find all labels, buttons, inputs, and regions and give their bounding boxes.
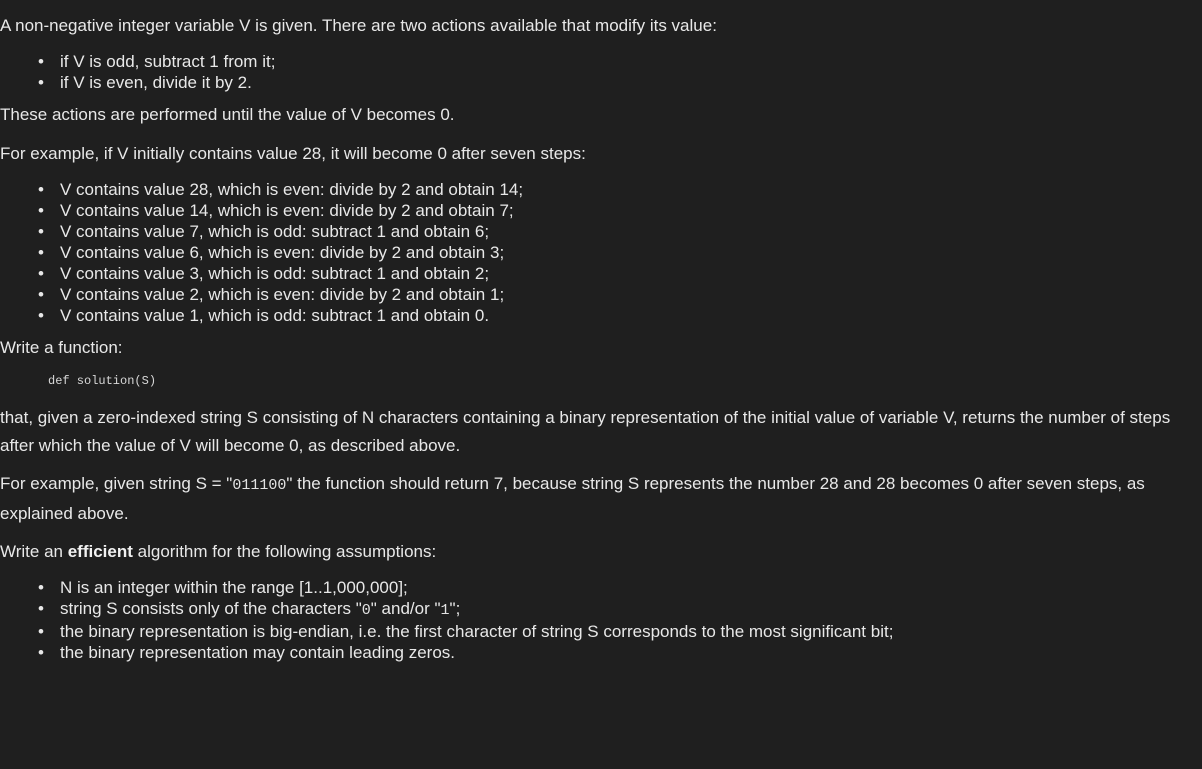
task-description-paragraph: that, given a zero-indexed string S cons… — [0, 408, 1171, 455]
list-item: V contains value 28, which is even: divi… — [38, 179, 1194, 200]
example-string-value: 011100 — [232, 477, 287, 494]
efficient-emphasis: efficient — [67, 542, 133, 561]
list-item: if V is odd, subtract 1 from it; — [38, 51, 1194, 72]
assumption-text: "; — [449, 599, 461, 618]
assumption-text: " and/or " — [370, 599, 441, 618]
list-item: V contains value 7, which is odd: subtra… — [38, 221, 1194, 242]
list-item: V contains value 3, which is odd: subtra… — [38, 263, 1194, 284]
list-item: V contains value 2, which is even: divid… — [38, 284, 1194, 305]
list-item: the binary representation may contain le… — [38, 642, 1194, 663]
list-item: V contains value 1, which is odd: subtra… — [38, 305, 1194, 326]
example-steps-list: V contains value 28, which is even: divi… — [0, 179, 1194, 326]
example-intro-paragraph: For example, if V initially contains val… — [0, 144, 586, 163]
termination-paragraph: These actions are performed until the va… — [0, 105, 455, 124]
assumption-text: string S consists only of the characters… — [60, 599, 362, 618]
problem-statement: A non-negative integer variable V is giv… — [0, 0, 1202, 769]
intro-paragraph: A non-negative integer variable V is giv… — [0, 16, 717, 35]
actions-list: if V is odd, subtract 1 from it; if V is… — [0, 51, 1194, 93]
list-item: V contains value 6, which is even: divid… — [38, 242, 1194, 263]
assumptions-intro-before: Write an — [0, 542, 68, 561]
example-text-before: For example, given string S = " — [0, 474, 233, 493]
list-item: V contains value 14, which is even: divi… — [38, 200, 1194, 221]
function-signature: def solution(S) — [48, 374, 157, 388]
assumptions-intro-after: algorithm for the following assumptions: — [132, 542, 437, 561]
assumptions-list: N is an integer within the range [1..1,0… — [0, 577, 1194, 663]
list-item: if V is even, divide it by 2. — [38, 72, 1194, 93]
list-item: string S consists only of the characters… — [38, 598, 1194, 621]
example-paragraph: For example, given string S = "011100" t… — [0, 470, 1194, 528]
char-one: 1 — [440, 602, 450, 619]
assumptions-intro-paragraph: Write an efficient algorithm for the fol… — [0, 538, 1194, 566]
list-item: the binary representation is big-endian,… — [38, 621, 1194, 642]
write-function-paragraph: Write a function: — [0, 338, 123, 357]
list-item: N is an integer within the range [1..1,0… — [38, 577, 1194, 598]
char-zero: 0 — [361, 602, 371, 619]
